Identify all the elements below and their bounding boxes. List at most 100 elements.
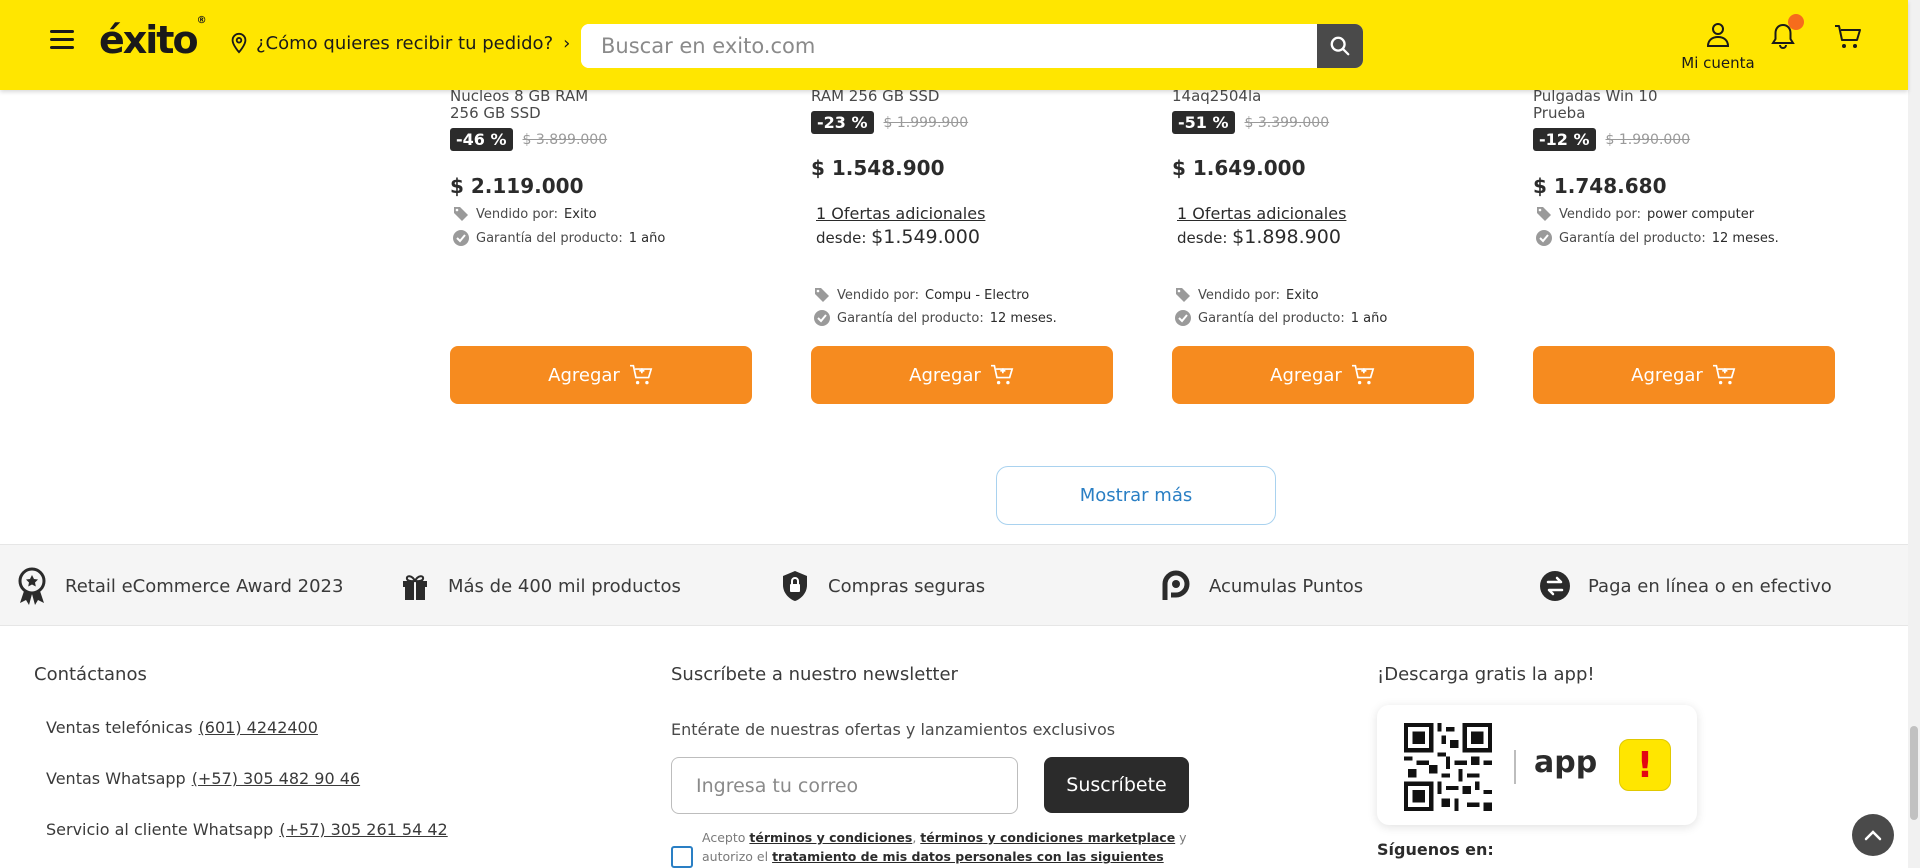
tag-icon — [815, 288, 829, 302]
additional-offers-link[interactable]: 1 Ofertas adicionales — [1177, 204, 1346, 223]
app-download-card[interactable]: app ! — [1377, 705, 1697, 825]
cart-icon — [1351, 364, 1375, 385]
page-scrollbar[interactable] — [1908, 0, 1920, 868]
verified-badge-icon — [1175, 310, 1191, 326]
notification-badge — [1788, 14, 1804, 30]
scroll-to-top-button[interactable] — [1852, 814, 1894, 856]
add-to-cart-button[interactable]: Agregar — [811, 346, 1113, 404]
terms-link[interactable]: términos y condiciones — [749, 830, 912, 845]
show-more-button[interactable]: Mostrar más — [996, 466, 1276, 525]
warranty-row: Garantía del producto: 12 meses. — [1535, 229, 1779, 247]
product-price: $ 1.649.000 — [1172, 156, 1306, 180]
verified-badge-icon — [1536, 230, 1552, 246]
discount-badge: -46 % — [450, 128, 513, 151]
location-pin-icon — [231, 32, 247, 54]
search-icon — [1330, 36, 1350, 56]
terms-text: Acepto términos y condiciones, términos … — [702, 830, 1187, 864]
award-icon — [15, 567, 49, 605]
product-name[interactable]: 14aq2504la — [1172, 88, 1261, 105]
add-to-cart-button[interactable]: Agregar — [450, 346, 752, 404]
benefit-item: Retail eCommerce Award 2023 — [15, 567, 343, 605]
shield-lock-icon — [778, 569, 812, 603]
product-card: Nucleos 8 GB RAM 256 GB SSD -46 % $ 3.899… — [450, 88, 752, 408]
cart-icon — [629, 364, 653, 385]
old-price: $ 1.999.900 — [883, 114, 969, 131]
product-name[interactable]: Pulgadas Win 10 Prueba — [1533, 88, 1658, 122]
app-label: app — [1534, 745, 1598, 780]
terms-checkbox[interactable] — [671, 846, 693, 868]
tag-icon — [1176, 288, 1190, 302]
contact-title: Contáctanos — [34, 664, 147, 685]
tag-icon — [1537, 207, 1551, 221]
old-price: $ 3.899.000 — [522, 131, 608, 148]
cart-icon — [1712, 364, 1736, 385]
warranty-row: Garantía del producto: 12 meses. — [813, 309, 1057, 327]
product-card: 14aq2504la -51 % $ 3.399.000 $ 1.649.000… — [1172, 88, 1474, 408]
cart-icon — [990, 364, 1014, 385]
seller-row: Vendido por: power computer — [1535, 205, 1754, 223]
product-price: $ 1.548.900 — [811, 156, 945, 180]
phone-link[interactable]: (601) 4242400 — [199, 718, 318, 737]
points-icon — [1159, 569, 1193, 603]
divider — [1514, 750, 1516, 784]
gift-icon — [398, 569, 432, 603]
add-to-cart-button[interactable]: Agregar — [1172, 346, 1474, 404]
notifications-button[interactable] — [1770, 14, 1804, 54]
verified-badge-icon — [453, 230, 469, 246]
discount-row: -51 % $ 3.399.000 — [1172, 111, 1329, 134]
scrollbar-thumb[interactable] — [1910, 726, 1918, 820]
data-treatment-link[interactable]: tratamiento de mis datos personales con … — [772, 849, 1164, 864]
search-button[interactable] — [1317, 24, 1363, 68]
offers-from-price: desde: $1.549.000 — [816, 226, 980, 248]
newsletter-title: Suscríbete a nuestro newsletter — [671, 664, 958, 685]
qr-code-icon — [1404, 723, 1492, 811]
cart-button[interactable] — [1834, 24, 1862, 54]
discount-row: -46 % $ 3.899.000 — [450, 128, 607, 151]
delivery-selector[interactable]: ¿Cómo quieres recibir tu pedido? › — [228, 32, 570, 54]
verified-badge-icon — [814, 310, 830, 326]
benefit-item: Compras seguras — [778, 569, 985, 603]
email-input[interactable] — [671, 757, 1018, 814]
tag-icon — [454, 207, 468, 221]
seller-row: Vendido por: Exito — [452, 205, 597, 223]
contact-row: Servicio al cliente Whatsapp (+57) 305 26… — [46, 820, 448, 839]
add-to-cart-button[interactable]: Agregar — [1533, 346, 1835, 404]
discount-badge: -51 % — [1172, 111, 1235, 134]
benefits-strip: Retail eCommerce Award 2023 Más de 400 m… — [0, 544, 1908, 626]
top-header: éxito® ¿Cómo quieres recibir tu pedido? … — [0, 0, 1908, 90]
delivery-text: ¿Cómo quieres recibir tu pedido? — [256, 32, 554, 54]
product-name[interactable]: Nucleos 8 GB RAM 256 GB SSD — [450, 88, 588, 122]
benefit-item: Acumulas Puntos — [1159, 569, 1363, 603]
search-bar — [581, 24, 1363, 68]
seller-row: Vendido por: Exito — [1174, 286, 1319, 304]
discount-badge: -12 % — [1533, 128, 1596, 151]
exito-app-icon: ! — [1619, 739, 1671, 791]
exchange-icon — [1538, 569, 1572, 603]
discount-badge: -23 % — [811, 111, 874, 134]
warranty-row: Garantía del producto: 1 año — [1174, 309, 1387, 327]
subscribe-button[interactable]: Suscríbete — [1044, 757, 1189, 813]
follow-us-title: Síguenos en: — [1377, 840, 1494, 859]
product-card: RAM 256 GB SSD -23 % $ 1.999.900 $ 1.548… — [811, 88, 1113, 408]
benefit-item: Más de 400 mil productos — [398, 569, 681, 603]
marketplace-terms-link[interactable]: términos y condiciones marketplace — [920, 830, 1175, 845]
additional-offers-link[interactable]: 1 Ofertas adicionales — [816, 204, 985, 223]
contact-row: Ventas telefónicas (601) 4242400 — [46, 718, 318, 737]
warranty-row: Garantía del producto: 1 año — [452, 229, 665, 247]
app-download-title: ¡Descarga gratis la app! — [1377, 664, 1595, 685]
menu-icon[interactable] — [50, 30, 74, 50]
product-name[interactable]: RAM 256 GB SSD — [811, 88, 939, 105]
old-price: $ 3.399.000 — [1244, 114, 1330, 131]
benefit-item: Paga en línea o en efectivo — [1538, 569, 1832, 603]
discount-row: -12 % $ 1.990.000 — [1533, 128, 1690, 151]
account-button[interactable]: Mi cuenta — [1670, 22, 1766, 72]
whatsapp-support-link[interactable]: (+57) 305 261 54 42 — [279, 820, 447, 839]
contact-row: Ventas Whatsapp (+57) 305 482 90 46 — [46, 769, 361, 788]
whatsapp-link[interactable]: (+57) 305 482 90 46 — [192, 769, 360, 788]
search-input[interactable] — [581, 24, 1317, 68]
exito-logo[interactable]: éxito® — [99, 15, 207, 62]
newsletter-description: Entérate de nuestras ofertas y lanzamien… — [671, 720, 1116, 739]
old-price: $ 1.990.000 — [1605, 131, 1691, 148]
product-price: $ 2.119.000 — [450, 174, 584, 198]
discount-row: -23 % $ 1.999.900 — [811, 111, 968, 134]
